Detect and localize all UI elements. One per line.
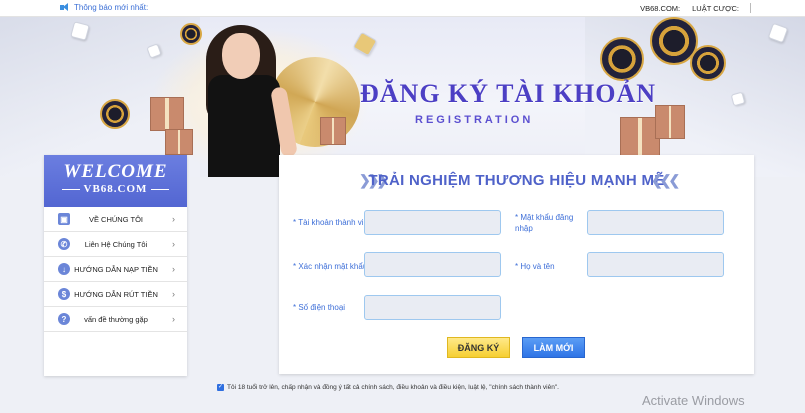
dice-icon bbox=[352, 31, 378, 57]
gift-box-icon bbox=[620, 117, 660, 157]
announcement-label: Thông báo mới nhất: bbox=[74, 3, 149, 12]
top-links: VB68.COM: LUẬT CƯỢC: bbox=[640, 4, 739, 13]
password-label: * Mật khẩu đăng nhập bbox=[515, 213, 574, 233]
welcome-banner: WELCOME VB68.COM bbox=[44, 155, 187, 207]
registration-form: ❯❯❯ TRẢI NGHIỆM THƯƠNG HIỆU MẠNH MẼ ❮❮❮ … bbox=[279, 155, 754, 374]
sidebar-item-withdraw[interactable]: $ HƯỚNG DẪN RÚT TIỀN › bbox=[44, 282, 187, 307]
confirm-password-label: * Xác nhận mật khẩu bbox=[293, 262, 368, 271]
model-figure bbox=[222, 33, 260, 79]
sidebar-item-deposit[interactable]: ↓ HƯỚNG DẪN NẠP TIỀN › bbox=[44, 257, 187, 282]
sidebar-item-label: HƯỚNG DẪN RÚT TIỀN bbox=[74, 289, 158, 299]
announcement[interactable]: Thông báo mới nhất: bbox=[60, 3, 148, 12]
password-field[interactable] bbox=[587, 210, 724, 235]
sidebar-item-contact[interactable]: ✆ Liên Hệ Chúng Tôi › bbox=[44, 232, 187, 257]
phone-label: * Số điện thoại bbox=[293, 303, 346, 312]
reset-button[interactable]: LÀM MỚI bbox=[522, 337, 585, 358]
divider bbox=[61, 188, 80, 190]
casino-chip-icon bbox=[180, 23, 202, 45]
sidebar: WELCOME VB68.COM ▣ VỀ CHÚNG TÔI › ✆ Liên… bbox=[44, 155, 187, 376]
username-label: * Tài khoản thành viên bbox=[293, 218, 373, 227]
sidebar-item-label: VỀ CHÚNG TÔI bbox=[88, 214, 144, 224]
speaker-icon bbox=[60, 3, 70, 12]
hero-banner: ĐĂNG KÝ TÀI KHOẢN REGISTRATION bbox=[0, 17, 805, 177]
fullname-label: * Họ và tên bbox=[515, 262, 555, 271]
form-title: TRẢI NGHIỆM THƯƠNG HIỆU MẠNH MẼ bbox=[368, 172, 665, 189]
page-subtitle: REGISTRATION bbox=[415, 114, 534, 126]
divider bbox=[750, 3, 751, 13]
casino-chip-icon bbox=[100, 99, 130, 129]
chevron-right-icon: › bbox=[172, 314, 175, 324]
casino-chip-icon bbox=[690, 45, 726, 81]
terms-text: Tôi 18 tuổi trở lên, chấp nhận và đồng ý… bbox=[227, 384, 559, 391]
terms-agreement: ✓ Tôi 18 tuổi trở lên, chấp nhận và đồng… bbox=[217, 384, 559, 391]
gift-box-icon bbox=[150, 97, 184, 131]
fullname-field[interactable] bbox=[587, 252, 724, 277]
gift-box-icon bbox=[320, 117, 346, 145]
chevrons-left-icon: ❮❮❮ bbox=[651, 172, 680, 188]
site-name-label: VB68.COM bbox=[83, 183, 148, 195]
divider bbox=[151, 188, 170, 190]
sidebar-item-label: Liên Hệ Chúng Tôi bbox=[84, 239, 148, 249]
gift-box-icon bbox=[165, 129, 193, 155]
sidebar-item-about[interactable]: ▣ VỀ CHÚNG TÔI › bbox=[44, 207, 187, 232]
sidebar-item-faq[interactable]: ? vấn đề thường gặp › bbox=[44, 307, 187, 332]
model-figure bbox=[208, 75, 280, 177]
sidebar-item-label: HƯỚNG DẪN NẠP TIỀN bbox=[74, 264, 158, 274]
page-title: ĐĂNG KÝ TÀI KHOẢN bbox=[360, 79, 657, 108]
register-button[interactable]: ĐĂNG KÝ bbox=[447, 337, 510, 358]
confirm-password-field[interactable] bbox=[364, 252, 501, 277]
casino-chip-icon bbox=[600, 37, 644, 81]
chevron-right-icon: › bbox=[172, 289, 175, 299]
chevron-right-icon: › bbox=[172, 264, 175, 274]
terms-checkbox[interactable]: ✓ bbox=[217, 384, 224, 391]
gift-box-icon bbox=[655, 105, 685, 139]
phone-field[interactable] bbox=[364, 295, 501, 320]
welcome-text: WELCOME bbox=[63, 161, 168, 182]
username-field[interactable] bbox=[364, 210, 501, 235]
chevron-right-icon: › bbox=[172, 239, 175, 249]
top-bar: Thông báo mới nhất: VB68.COM: LUẬT CƯỢC: bbox=[0, 0, 805, 17]
windows-watermark: Activate Windows bbox=[642, 393, 745, 408]
site-name: VB68.COM bbox=[44, 182, 187, 196]
chevron-right-icon: › bbox=[172, 214, 175, 224]
top-link-site[interactable]: VB68.COM: bbox=[640, 4, 680, 13]
top-link-rules[interactable]: LUẬT CƯỢC: bbox=[692, 4, 739, 13]
sidebar-item-label: vấn đề thường gặp bbox=[84, 314, 148, 324]
